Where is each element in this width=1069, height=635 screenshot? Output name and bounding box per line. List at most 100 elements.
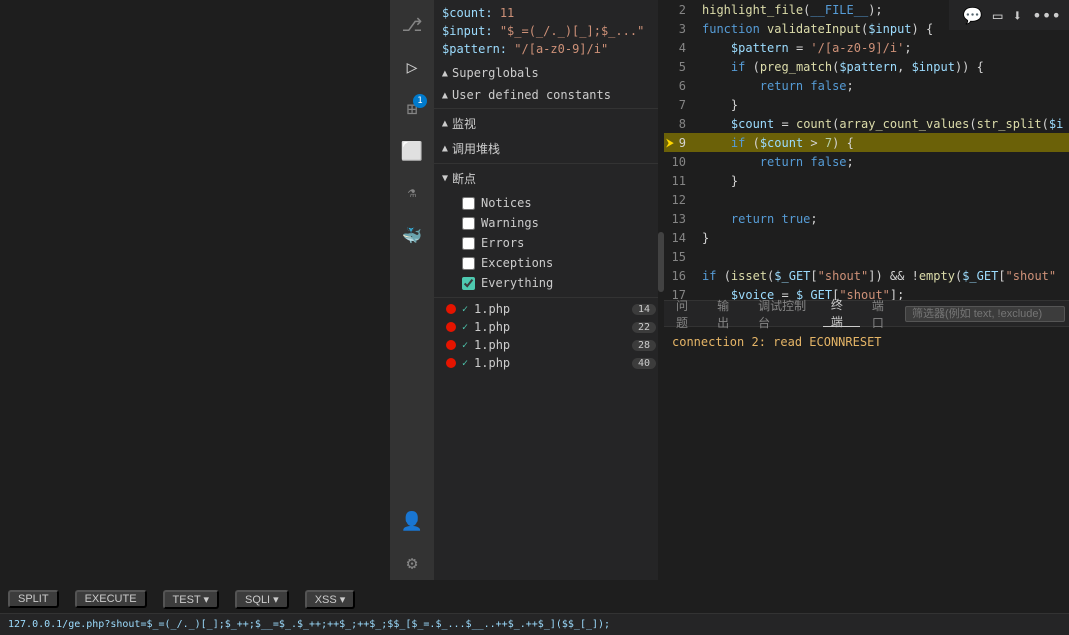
line-badge-0: 14 <box>632 304 656 315</box>
code-line-8: 8 $count = count(array_count_values(str_… <box>664 114 1069 133</box>
breakpoints-label: 断点 <box>452 170 476 187</box>
tab-debug-console[interactable]: 调试控制台 <box>750 301 819 327</box>
line-content-6: return false; <box>694 79 854 93</box>
warnings-checkbox[interactable] <box>462 217 475 230</box>
line-content-14: } <box>694 231 709 245</box>
line-number-16: 16 <box>664 269 694 283</box>
callstack-header[interactable]: ▶ 调用堆栈 <box>434 136 664 161</box>
breakpoints-arrow: ▼ <box>442 173 448 184</box>
debug-file-0: 1.php <box>474 302 510 316</box>
count-variable: $count: 11 <box>442 4 656 22</box>
breakpoint-dot-1 <box>446 322 456 332</box>
variables-section: $count: 11 $input: "$_=(_/._)[_];$_..." … <box>434 0 664 62</box>
chat-icon[interactable]: 💬 <box>963 6 983 25</box>
line-number-2: 2 <box>664 3 694 17</box>
debug-sidebar: $count: 11 $input: "$_=(_/._)[_];$_..." … <box>434 0 664 580</box>
user-constants-header[interactable]: ▶ User defined constants <box>434 84 664 106</box>
tab-terminal[interactable]: 终端 <box>823 301 860 327</box>
filter-input[interactable] <box>905 306 1065 322</box>
debug-entry-3[interactable]: ✓ 1.php 40 <box>434 354 664 372</box>
action-bar: SPLIT EXECUTE TEST SQLI XSS <box>0 585 390 613</box>
debug-arrow: ⮞ <box>666 136 674 150</box>
debug-entry-2[interactable]: ✓ 1.php 28 <box>434 336 664 354</box>
line-content-3: function validateInput($input) { <box>694 22 933 36</box>
breakpoint-dot-3 <box>446 358 456 368</box>
flask-icon[interactable]: ⚗ <box>395 176 429 210</box>
debug-file-3: 1.php <box>474 356 510 370</box>
code-line-10: 10 return false; <box>664 152 1069 171</box>
breakpoint-warnings[interactable]: Warnings <box>434 213 664 233</box>
exceptions-label: Exceptions <box>481 256 553 270</box>
breakpoint-exceptions[interactable]: Exceptions <box>434 253 664 273</box>
extensions-badge: 1 <box>413 94 427 108</box>
monitor-arrow: ▶ <box>440 120 451 126</box>
code-line-7: 7 } <box>664 95 1069 114</box>
user-constants-label: User defined constants <box>452 88 611 102</box>
run-debug-icon[interactable]: ▷ <box>395 50 429 84</box>
line-number-7: 7 <box>664 98 694 112</box>
debug-file-1: 1.php <box>474 320 510 334</box>
code-line-5: 5 if (preg_match($pattern, $input)) { <box>664 57 1069 76</box>
code-line-16: 16 if (isset($_GET["shout"]) && !empty($… <box>664 266 1069 285</box>
errors-checkbox[interactable] <box>462 237 475 250</box>
tab-problems[interactable]: 问题 <box>668 301 705 327</box>
tab-output[interactable]: 输出 <box>709 301 746 327</box>
more-icon[interactable]: ••• <box>1032 6 1061 25</box>
exceptions-checkbox[interactable] <box>462 257 475 270</box>
code-line-9: 9 ⮞ if ($count > 7) { <box>664 133 1069 152</box>
superglobals-header[interactable]: ▶ Superglobals <box>434 62 664 84</box>
line-number-10: 10 <box>664 155 694 169</box>
check-icon-0: ✓ <box>462 304 468 315</box>
split-button[interactable]: SPLIT <box>8 590 59 608</box>
terminal-content: connection 2: read ECONNRESET <box>664 327 1069 357</box>
line-content-2: highlight_file(__FILE__); <box>694 3 883 17</box>
breakpoint-errors[interactable]: Errors <box>434 233 664 253</box>
line-number-14: 14 <box>664 231 694 245</box>
top-bar: 💬 ▭ ⬇ ••• <box>949 0 1069 30</box>
debug-file-2: 1.php <box>474 338 510 352</box>
monitor-label: 监视 <box>452 115 476 132</box>
download-icon[interactable]: ⬇ <box>1012 6 1022 25</box>
divider-2 <box>434 163 664 164</box>
input-variable: $input: "$_=(_/._)[_];$_..." <box>442 22 656 40</box>
terminal-filter <box>905 306 1065 322</box>
user-constants-arrow: ▶ <box>440 92 451 98</box>
settings-icon[interactable]: ⚙ <box>395 546 429 580</box>
check-icon-2: ✓ <box>462 340 468 351</box>
test-button[interactable]: TEST <box>163 590 220 609</box>
line-content-9: if ($count > 7) { <box>694 136 854 150</box>
code-line-11: 11 } <box>664 171 1069 190</box>
source-control-icon[interactable]: ⎇ <box>395 8 429 42</box>
line-content-10: return false; <box>694 155 854 169</box>
callstack-arrow: ▶ <box>440 145 451 151</box>
notices-checkbox[interactable] <box>462 197 475 210</box>
breakpoint-dot-0 <box>446 304 456 314</box>
account-icon[interactable]: 👤 <box>395 504 429 538</box>
terminal-line-1: connection 2: read ECONNRESET <box>672 333 1061 351</box>
sqli-button[interactable]: SQLI <box>235 590 289 609</box>
docker-icon[interactable]: 🐳 <box>395 218 429 252</box>
line-content-16: if (isset($_GET["shout"]) && !empty($_GE… <box>694 269 1056 283</box>
xss-button[interactable]: XSS <box>305 590 356 609</box>
line-badge-1: 22 <box>632 322 656 333</box>
layout-icon[interactable]: ▭ <box>993 6 1003 25</box>
debug-entry-0[interactable]: ✓ 1.php 14 <box>434 300 664 318</box>
line-content-5: if (preg_match($pattern, $input)) { <box>694 60 984 74</box>
terminal-tabs: 问题 输出 调试控制台 终端 端口 <box>664 301 1069 327</box>
remote-icon[interactable]: ⬜ <box>395 134 429 168</box>
url-text: 127.0.0.1/ge.php?shout=$_=(_/._)[_];$_++… <box>8 619 610 630</box>
line-number-11: 11 <box>664 174 694 188</box>
extensions-icon[interactable]: ⊞ 1 <box>395 92 429 126</box>
everything-checkbox[interactable] <box>462 277 475 290</box>
execute-button[interactable]: EXECUTE <box>75 590 147 608</box>
breakpoint-everything[interactable]: Everything <box>434 273 664 293</box>
tab-ports[interactable]: 端口 <box>864 301 901 327</box>
breakpoint-notices[interactable]: Notices <box>434 193 664 213</box>
breakpoint-dot-2 <box>446 340 456 350</box>
line-number-6: 6 <box>664 79 694 93</box>
divider-3 <box>434 297 664 298</box>
debug-entry-1[interactable]: ✓ 1.php 22 <box>434 318 664 336</box>
breakpoints-header[interactable]: ▼ 断点 <box>434 166 664 191</box>
monitor-header[interactable]: ▶ 监视 <box>434 111 664 136</box>
line-number-3: 3 <box>664 22 694 36</box>
